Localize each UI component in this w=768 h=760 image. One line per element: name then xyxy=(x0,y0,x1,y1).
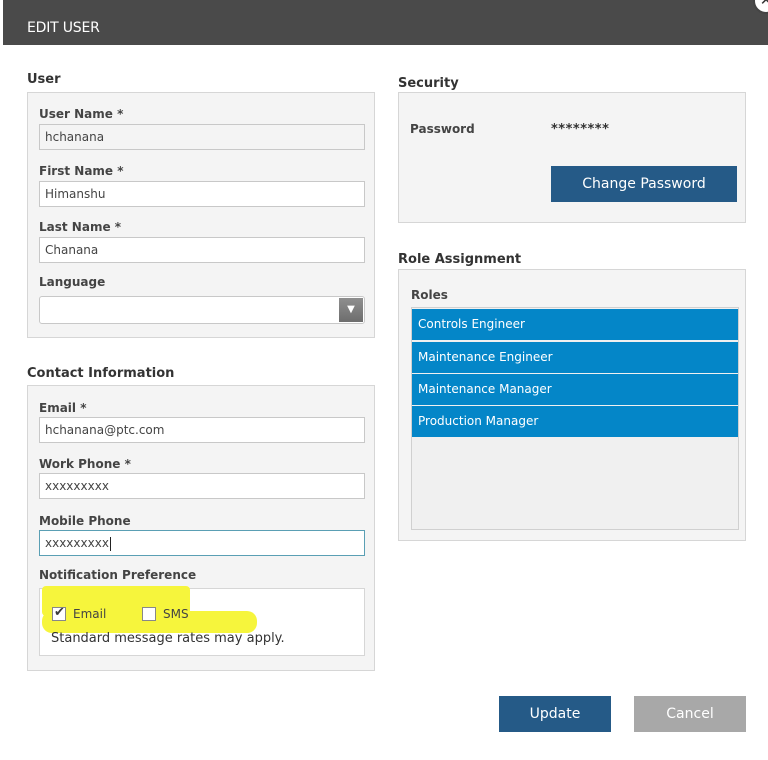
chevron-down-icon[interactable]: ▼ xyxy=(339,298,363,322)
language-label: Language xyxy=(39,275,106,289)
role-assignment-panel: Roles Controls Engineer Maintenance Engi… xyxy=(398,269,746,541)
sms-checkbox[interactable] xyxy=(142,607,156,621)
notification-preference-box: ✔ Email SMS Standard message rates may a… xyxy=(39,586,365,656)
notification-label: Notification Preference xyxy=(39,568,197,582)
user-panel: User Name * hchanana First Name * Himans… xyxy=(27,92,375,338)
edit-user-dialog: EDIT USER ✕ User User Name * hchanana Fi… xyxy=(3,0,768,760)
lastname-field[interactable]: Chanana xyxy=(39,237,365,263)
role-item-controls-engineer[interactable]: Controls Engineer xyxy=(412,309,738,340)
user-section-title: User xyxy=(27,72,61,87)
roles-label: Roles xyxy=(411,288,448,302)
sms-option-label: SMS xyxy=(163,607,189,621)
firstname-label: First Name * xyxy=(39,164,124,178)
mobilephone-value: xxxxxxxxx xyxy=(45,536,109,550)
password-label: Password xyxy=(410,122,475,136)
mobilephone-field[interactable]: xxxxxxxxx xyxy=(39,530,365,556)
role-item-maintenance-manager[interactable]: Maintenance Manager xyxy=(412,374,738,405)
language-select[interactable]: ▼ xyxy=(39,296,365,324)
role-item-maintenance-engineer[interactable]: Maintenance Engineer xyxy=(412,342,738,373)
text-caret xyxy=(109,536,111,551)
checkmark-icon: ✔ xyxy=(54,605,65,620)
mobilephone-label: Mobile Phone xyxy=(39,514,131,528)
firstname-field[interactable]: Himanshu xyxy=(39,181,365,207)
workphone-field[interactable]: xxxxxxxxx xyxy=(39,473,365,499)
email-field[interactable]: hchanana@ptc.com xyxy=(39,417,365,443)
lastname-label: Last Name * xyxy=(39,220,122,234)
username-label: User Name * xyxy=(39,107,124,121)
security-section-title: Security xyxy=(398,76,459,91)
password-value: ******** xyxy=(551,122,610,137)
email-option-label: Email xyxy=(73,607,107,621)
message-rates-note: Standard message rates may apply. xyxy=(51,631,285,646)
workphone-label: Work Phone * xyxy=(39,457,131,471)
contact-panel: Email * hchanana@ptc.com Work Phone * xx… xyxy=(27,385,375,671)
username-field[interactable]: hchanana xyxy=(39,124,365,150)
security-panel: Password ******** Change Password xyxy=(398,92,746,223)
role-item-production-manager[interactable]: Production Manager xyxy=(412,406,738,437)
dialog-title: EDIT USER xyxy=(27,20,100,36)
roles-list[interactable]: Controls Engineer Maintenance Engineer M… xyxy=(411,307,739,530)
cancel-button[interactable]: Cancel xyxy=(634,696,746,732)
change-password-button[interactable]: Change Password xyxy=(551,166,737,202)
contact-section-title: Contact Information xyxy=(27,366,175,381)
update-button[interactable]: Update xyxy=(499,696,611,732)
email-label: Email * xyxy=(39,401,87,415)
role-assignment-title: Role Assignment xyxy=(398,252,522,267)
dialog-titlebar: EDIT USER xyxy=(3,0,768,45)
email-checkbox[interactable]: ✔ xyxy=(52,605,66,621)
